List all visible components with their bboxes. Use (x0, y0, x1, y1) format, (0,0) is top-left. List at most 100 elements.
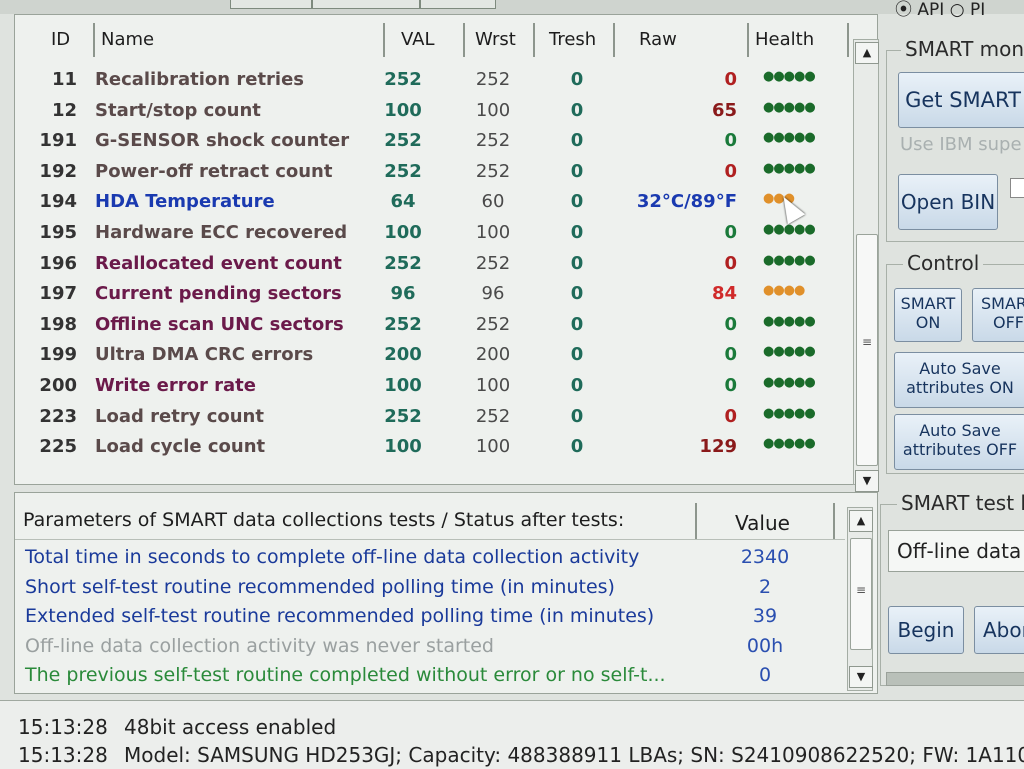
begin-button[interactable]: Begin (888, 606, 964, 654)
attr-id: 195 (39, 222, 77, 243)
params-header-value[interactable]: Value (735, 511, 790, 535)
side-checkbox[interactable] (1010, 178, 1024, 198)
attr-val: 96 (390, 283, 416, 305)
table-row[interactable]: 196 Reallocated event count 252 252 0 0 ●●●●● (15, 249, 855, 279)
col-id[interactable]: ID (45, 23, 95, 57)
attr-health: ●●●●● (763, 160, 816, 176)
attr-health: ●●●●● (763, 252, 816, 268)
table-row[interactable]: 12 Start/stop count 100 100 0 65 ●●●●● (15, 96, 855, 126)
attr-name: Reallocated event count (95, 252, 342, 274)
attr-name: Current pending sectors (95, 283, 342, 305)
log-line: 15:13:28 Model: SAMSUNG HD253GJ; Capacity… (18, 743, 1024, 767)
attr-id: 11 (51, 69, 77, 90)
params-row[interactable]: Total time in seconds to complete off-li… (15, 543, 845, 573)
abort-button[interactable]: Abor (974, 606, 1024, 654)
attr-name: HDA Temperature (95, 191, 275, 213)
col-health[interactable]: Health (749, 23, 849, 57)
attr-health: ●●●●● (763, 99, 816, 115)
api-radio-group[interactable]: ⦿ API ○ PI (895, 0, 985, 20)
scroll-up-icon[interactable]: ▲ (855, 42, 879, 64)
col-name[interactable]: Name (95, 23, 385, 57)
col-val[interactable]: VAL (385, 23, 465, 57)
attr-name: Recalibration retries (95, 69, 305, 90)
scroll-down-icon[interactable]: ▼ (855, 470, 879, 492)
attr-wrst: 100 (475, 99, 511, 121)
attr-val: 252 (384, 130, 422, 152)
params-row[interactable]: Short self-test routine recommended poll… (15, 573, 845, 603)
attr-tresh: 0 (570, 436, 584, 458)
use-ibm-checkbox-label[interactable]: Use IBM supe (900, 134, 1022, 155)
params-scroll-up-icon[interactable]: ▲ (849, 510, 873, 532)
attr-id: 225 (39, 436, 77, 458)
params-scrollbar[interactable]: ▲ ≡ ▼ (847, 507, 873, 691)
table-header: ID Name VAL Wrst Tresh Raw Health (15, 23, 855, 57)
smart-params-table: Parameters of SMART data collections tes… (14, 492, 878, 694)
attr-raw: 0 (724, 252, 737, 274)
param-value: 0 (758, 664, 772, 686)
attr-id: 200 (39, 375, 77, 396)
params-row[interactable]: Off-line data collection activity was ne… (15, 632, 845, 662)
attr-tresh: 0 (570, 405, 584, 427)
tab-partial-3[interactable] (420, 0, 496, 9)
attr-health: ●●●●● (763, 375, 816, 390)
attr-val: 100 (384, 222, 422, 243)
attr-tresh: 0 (570, 130, 584, 152)
table-row[interactable]: 225 Load cycle count 100 100 0 129 ●●●●● (15, 432, 855, 462)
table-row[interactable]: 11 Recalibration retries 252 252 0 0 ●●●●● (15, 65, 855, 95)
col-tresh[interactable]: Tresh (535, 23, 615, 57)
attr-wrst: 100 (475, 436, 511, 458)
radio-empty-icon[interactable]: ○ (950, 0, 965, 20)
param-text: The previous self-test routine completed… (25, 664, 666, 686)
log-line: 15:13:28 48bit access enabled (18, 715, 337, 739)
attr-health: ●●●●● (763, 222, 816, 237)
col-raw[interactable]: Raw (615, 23, 749, 57)
params-header-label[interactable]: Parameters of SMART data collections tes… (23, 509, 624, 531)
col-wrst[interactable]: Wrst (465, 23, 535, 57)
attr-wrst: 96 (481, 283, 505, 305)
get-smart-button[interactable]: Get SMART (898, 72, 1024, 128)
attr-raw: 129 (699, 436, 737, 458)
attr-tresh: 0 (570, 344, 584, 366)
table-row[interactable]: 198 Offline scan UNC sectors 252 252 0 0 ●●●●● (15, 310, 855, 340)
params-row[interactable]: Extended self-test routine recommended p… (15, 602, 845, 632)
attr-id: 194 (39, 191, 77, 213)
scroll-thumb[interactable]: ≡ (856, 234, 878, 466)
attr-tresh: 0 (570, 160, 584, 182)
tab-partial-2[interactable] (312, 0, 420, 9)
attr-name: Ultra DMA CRC errors (95, 344, 314, 366)
params-scroll-down-icon[interactable]: ▼ (849, 666, 873, 688)
open-bin-button[interactable]: Open BIN (898, 174, 998, 230)
attr-val: 252 (384, 405, 422, 427)
test-type-select[interactable]: Off-line data c (888, 530, 1024, 572)
attr-tresh: 0 (570, 375, 584, 396)
attr-tresh: 0 (570, 191, 584, 213)
attr-raw: 0 (724, 313, 737, 335)
autosave-off-button[interactable]: Auto Save attributes OFF (894, 414, 1024, 470)
table-row[interactable]: 192 Power-off retract count 252 252 0 0 ●●●●● (15, 157, 855, 187)
tab-partial-1[interactable] (230, 0, 312, 9)
params-scroll-thumb[interactable]: ≡ (850, 538, 872, 650)
table-row[interactable]: 197 Current pending sectors 96 96 0 84 ●●●● (15, 279, 855, 309)
smart-test-title: SMART test l (897, 491, 1024, 515)
attr-raw: 0 (724, 405, 737, 427)
attr-raw: 0 (724, 222, 737, 243)
attr-name: G-SENSOR shock counter (95, 130, 350, 152)
radio-selected-icon[interactable]: ⦿ (895, 0, 912, 20)
control-title: Control (903, 251, 984, 275)
smart-on-button[interactable]: SMART ON (894, 288, 962, 342)
attr-tresh: 0 (570, 252, 584, 274)
table-row[interactable]: 194 HDA Temperature 64 60 0 32°C/89°F ●●● (15, 187, 855, 217)
table-scrollbar[interactable]: ▲ ≡ ▼ (853, 39, 879, 492)
table-row[interactable]: 191 G-SENSOR shock counter 252 252 0 0 ●●●●● (15, 126, 855, 156)
table-row[interactable]: 195 Hardware ECC recovered 100 100 0 0 ●●●●● (15, 218, 855, 248)
table-row[interactable]: 199 Ultra DMA CRC errors 200 200 0 0 ●●●●● (15, 340, 855, 370)
table-row[interactable]: 223 Load retry count 252 252 0 0 ●●●●● (15, 402, 855, 432)
smart-off-button[interactable]: SMAR OFF (972, 288, 1024, 342)
param-text: Short self-test routine recommended poll… (25, 575, 615, 598)
params-row[interactable]: The previous self-test routine completed… (15, 661, 845, 691)
attr-raw: 32°C/89°F (636, 191, 737, 213)
autosave-on-button[interactable]: Auto Save attributes ON (894, 352, 1024, 408)
attr-wrst: 252 (475, 160, 511, 182)
param-text: Extended self-test routine recommended p… (25, 605, 655, 627)
table-row[interactable]: 200 Write error rate 100 100 0 0 ●●●●● (15, 371, 855, 401)
